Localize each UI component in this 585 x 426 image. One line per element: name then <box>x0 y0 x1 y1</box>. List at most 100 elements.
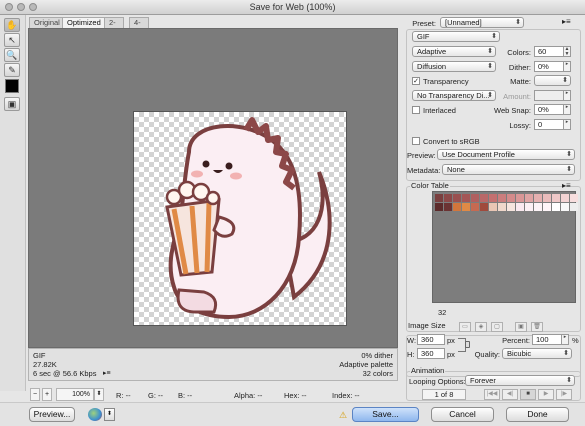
color-swatch[interactable] <box>444 203 452 211</box>
transparency-label: Transparency <box>423 77 469 86</box>
download-speed-menu-icon[interactable]: ▸≡ <box>103 370 111 379</box>
optimized-image-canvas[interactable] <box>133 111 347 326</box>
color-swatch[interactable] <box>435 203 443 211</box>
quality-select[interactable]: Bicubic <box>502 348 572 359</box>
convert-srgb-checkbox[interactable] <box>412 137 420 145</box>
color-swatch[interactable] <box>525 194 533 202</box>
toggle-slices-visibility-icon[interactable]: ▣ <box>4 97 20 111</box>
color-swatch[interactable] <box>471 194 479 202</box>
colors-input[interactable]: 60 <box>534 46 564 57</box>
save-button[interactable]: Save... <box>352 407 419 422</box>
hand-tool-icon[interactable]: ✋ <box>4 18 20 32</box>
dither-stepper[interactable]: ▸ <box>564 61 571 72</box>
color-swatch[interactable] <box>453 194 461 202</box>
color-table-menu-icon[interactable]: ▸≡ <box>562 181 571 190</box>
eyedropper-color-swatch[interactable] <box>5 79 19 93</box>
color-swatch[interactable] <box>435 194 443 202</box>
color-swatch[interactable] <box>489 194 497 202</box>
first-frame-icon[interactable]: |◀◀ <box>484 389 500 400</box>
next-frame-icon[interactable]: |▶ <box>556 389 572 400</box>
metadata-select[interactable]: None <box>442 164 575 175</box>
color-swatch[interactable] <box>525 203 533 211</box>
looping-options-select[interactable]: Forever <box>465 375 575 386</box>
color-swatch[interactable] <box>462 203 470 211</box>
color-reduction-select[interactable]: Adaptive <box>412 46 496 57</box>
width-input[interactable]: 360 <box>417 334 445 345</box>
zoom-in-button[interactable]: + <box>42 388 52 401</box>
color-table[interactable] <box>432 191 578 303</box>
zoom-out-button[interactable]: − <box>30 388 40 401</box>
color-swatch[interactable] <box>534 194 542 202</box>
zoom-dropdown-icon[interactable]: ⬍ <box>94 388 104 401</box>
previous-frame-icon[interactable]: ◀| <box>502 389 518 400</box>
title-bar: Save for Web (100%) <box>0 0 585 15</box>
stop-animation-icon[interactable]: ■ <box>520 389 536 400</box>
lock-color-icon[interactable]: ▢ <box>491 322 503 332</box>
color-swatch[interactable] <box>552 194 560 202</box>
lossy-input[interactable]: 0 <box>534 119 564 130</box>
preview-profile-select[interactable]: Use Document Profile <box>437 149 575 160</box>
amount-label: Amount: <box>503 92 531 101</box>
done-button[interactable]: Done <box>506 407 569 422</box>
color-swatch[interactable] <box>570 194 578 202</box>
color-swatch[interactable] <box>507 203 515 211</box>
color-swatch[interactable] <box>552 203 560 211</box>
color-swatch[interactable] <box>471 203 479 211</box>
percent-input[interactable]: 100 <box>532 334 562 345</box>
color-swatch[interactable] <box>516 194 524 202</box>
tab-2-up[interactable]: 2-Up <box>104 17 124 37</box>
width-label: W: <box>407 336 417 345</box>
browser-menu-dropdown-icon[interactable]: ⬍ <box>104 408 115 421</box>
height-input[interactable]: 360 <box>417 348 445 359</box>
image-preview-area[interactable] <box>28 28 398 348</box>
color-swatch[interactable] <box>498 203 506 211</box>
play-animation-icon[interactable]: ▶ <box>538 389 554 400</box>
eyedropper-tool-icon[interactable]: ✎ <box>4 63 20 77</box>
transparency-dither-select[interactable]: No Transparency Di... <box>412 90 496 101</box>
colors-stepper[interactable]: ▲ ▼ <box>564 46 571 57</box>
map-color-transparent-icon[interactable]: ▭ <box>459 322 471 332</box>
amount-stepper: ▸ <box>564 90 571 101</box>
preview-button[interactable]: Preview... <box>29 407 75 422</box>
color-swatch[interactable] <box>489 203 497 211</box>
cancel-button[interactable]: Cancel <box>431 407 494 422</box>
color-swatch[interactable] <box>480 203 488 211</box>
color-swatch[interactable] <box>498 194 506 202</box>
transparency-checkbox[interactable]: ✓ <box>412 77 420 85</box>
color-swatch[interactable] <box>516 203 524 211</box>
color-swatch[interactable] <box>444 194 452 202</box>
slice-select-tool-icon[interactable]: ↖ <box>4 33 20 47</box>
color-swatch[interactable] <box>561 194 569 202</box>
dither-input[interactable]: 0% <box>534 61 564 72</box>
color-swatch[interactable] <box>534 203 542 211</box>
color-swatch[interactable] <box>570 203 578 211</box>
tab-optimized[interactable]: Optimized <box>62 17 106 28</box>
optimize-menu-icon[interactable]: ▸≡ <box>562 17 571 26</box>
web-shift-icon[interactable]: ◈ <box>475 322 487 332</box>
matte-select[interactable] <box>534 75 571 86</box>
tab-original[interactable]: Original <box>29 17 65 28</box>
web-snap-input[interactable]: 0% <box>534 104 564 115</box>
color-swatch[interactable] <box>507 194 515 202</box>
tab-4-up[interactable]: 4-Up <box>129 17 149 37</box>
format-select[interactable]: GIF <box>412 31 500 42</box>
preset-select[interactable]: [Unnamed] <box>440 17 524 28</box>
add-eyedropper-color-icon[interactable]: ▣ <box>515 322 527 332</box>
browser-preview-icon[interactable] <box>88 408 102 421</box>
zoom-tool-icon[interactable]: 🔍 <box>4 48 20 62</box>
color-swatch[interactable] <box>543 194 551 202</box>
color-swatch[interactable] <box>561 203 569 211</box>
dither-algorithm-select[interactable]: Diffusion <box>412 61 496 72</box>
color-swatch[interactable] <box>462 194 470 202</box>
percent-stepper[interactable]: ▸ <box>562 334 569 345</box>
web-snap-stepper[interactable]: ▸ <box>564 104 571 115</box>
color-swatch[interactable] <box>453 203 461 211</box>
color-swatch[interactable] <box>543 203 551 211</box>
delete-color-icon[interactable]: 🗑 <box>531 322 543 332</box>
color-swatch[interactable] <box>480 194 488 202</box>
height-unit: px <box>447 350 455 359</box>
lossy-stepper[interactable]: ▸ <box>564 119 571 130</box>
interlaced-checkbox[interactable] <box>412 106 420 114</box>
zoom-level-field[interactable]: 100% <box>56 388 94 401</box>
percent-label: Percent: <box>502 336 530 345</box>
